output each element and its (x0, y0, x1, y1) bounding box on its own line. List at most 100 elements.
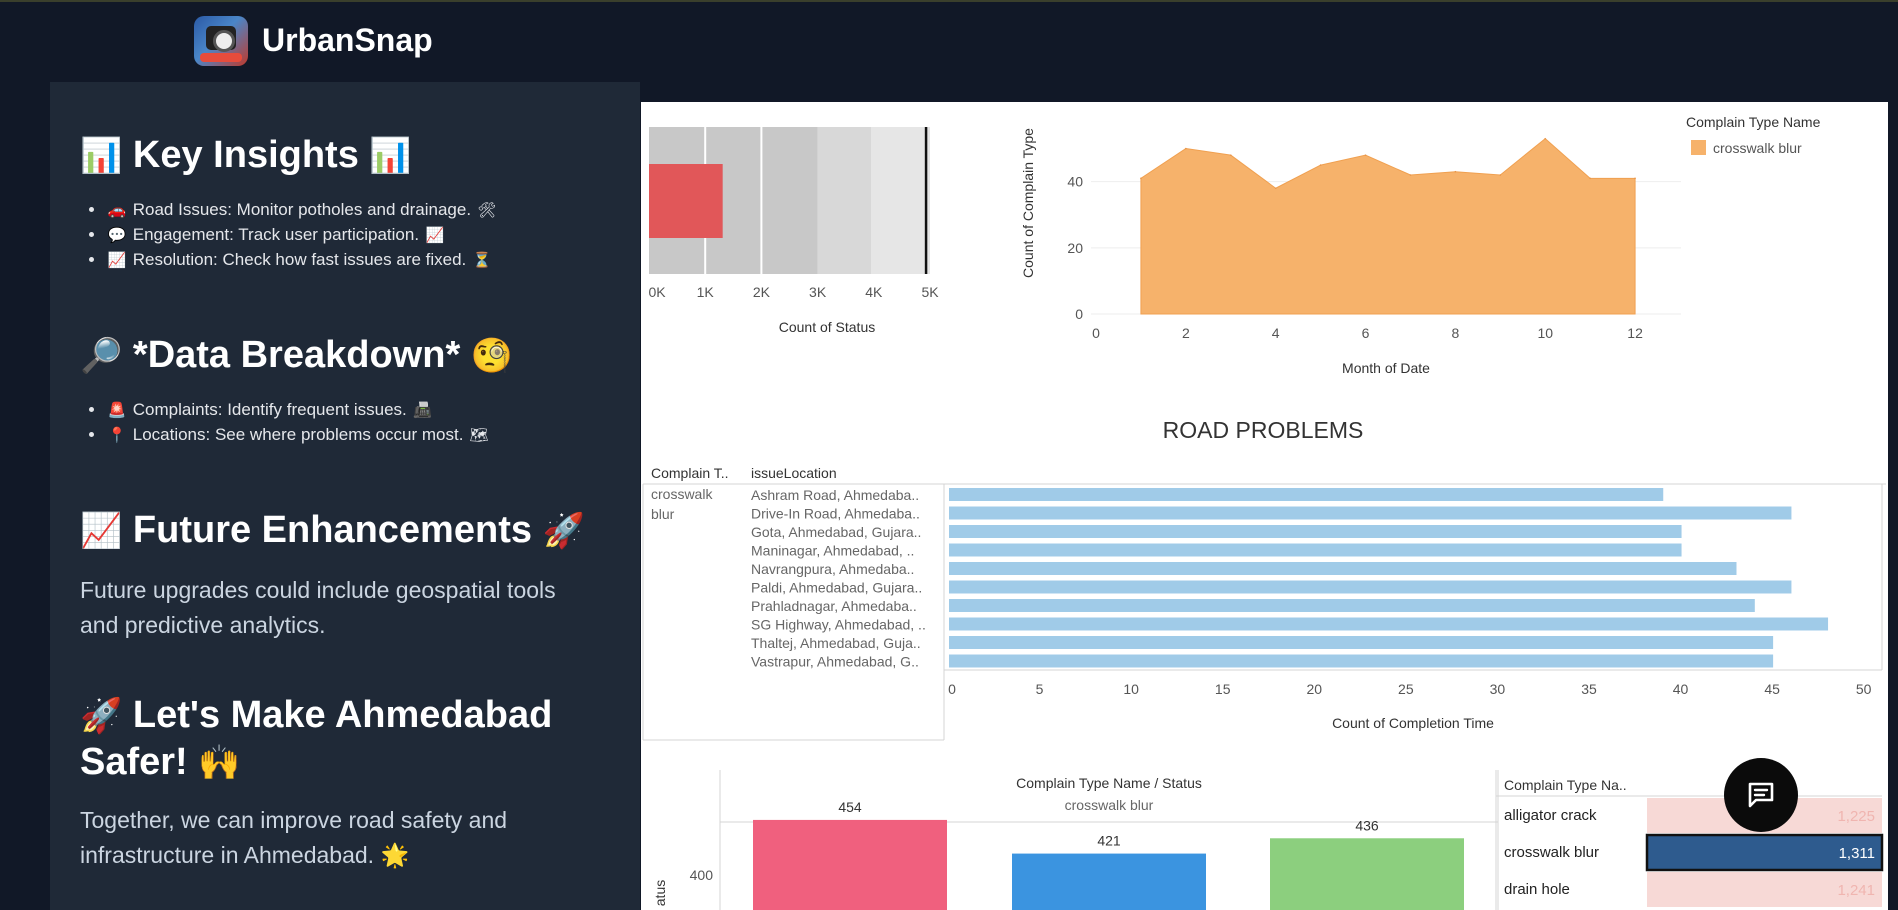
x-tick-label: 8 (1451, 325, 1459, 341)
chart-subtitle: crosswalk blur (1065, 797, 1154, 813)
area-point (1319, 164, 1322, 166)
brand-name[interactable]: UrbanSnap (262, 22, 433, 59)
heat-cell-value: 1,241 (1837, 882, 1875, 899)
row-label: alligator crack (1504, 807, 1597, 824)
page-scrollbar[interactable] (1888, 102, 1898, 910)
data-breakdown-list: 🚨 Complaints: Identify frequent issues. … (106, 397, 490, 447)
area-point (1589, 177, 1591, 180)
hbar (949, 580, 1792, 594)
x-tick-label: 20 (1306, 681, 1322, 697)
chart-up-icon: 📈 (80, 512, 123, 550)
list-item: 🚨 Complaints: Identify frequent issues. … (106, 397, 490, 422)
x-tick-label: 45 (1764, 681, 1780, 697)
monthly-area-chart[interactable]: 0 2 4 6 8 10 12 0 20 40 Month of Date Count of Comp… (1020, 114, 1821, 376)
bar-value-label: 421 (1097, 833, 1121, 849)
row-label: Drive-In Road, Ahmedaba.. (751, 506, 920, 522)
list-item: 📍 Locations: See where problems occur mo… (106, 422, 490, 447)
tools-icon: 🛠 (477, 202, 497, 219)
hbar (949, 599, 1755, 612)
row-label: Gota, Ahmedabad, Gujara.. (751, 524, 921, 540)
column-bar (753, 819, 947, 910)
row-label: Paldi, Ahmedabad, Gujara.. (751, 580, 922, 596)
x-tick-label: 0 (1092, 325, 1100, 341)
camera-icon (206, 26, 236, 52)
legend-title: Complain Type Name (1686, 114, 1821, 130)
monocle-face-icon: 🧐 (470, 337, 514, 375)
x-tick-label: 35 (1581, 681, 1597, 697)
safer-heading: 🚀 Let's Make Ahmedabad Safer! 🙌 (80, 692, 620, 786)
group-label: blur (651, 506, 675, 522)
hbar (949, 562, 1737, 575)
car-icon: 🚗 (107, 202, 127, 219)
location-bar-chart[interactable]: Complain T.. issueLocation crosswalk blur As… (642, 465, 1886, 741)
data-breakdown-heading: 🔎 *Data Breakdown* 🧐 (80, 332, 513, 379)
x-tick-label: 10 (1123, 681, 1139, 697)
area-point (1409, 174, 1412, 176)
row-label: Vastrapur, Ahmedabad, G.. (751, 654, 919, 670)
list-item: 🚗 Road Issues: Monitor potholes and drai… (106, 197, 498, 222)
x-tick-label: 40 (1673, 681, 1689, 697)
dashboard-canvas: 0K 1K 2K 3K 4K 5K Count of Status 0 2 4 6 8 10 12 0 20… (642, 114, 1886, 910)
x-tick-label: 10 (1537, 325, 1553, 341)
bar-value-label: 454 (838, 799, 862, 815)
x-tick-label: 0 (948, 681, 956, 697)
tableau-dashboard[interactable]: 0K 1K 2K 3K 4K 5K Count of Status 0 2 4 6 8 10 12 0 20… (641, 102, 1888, 910)
area-point (1454, 170, 1457, 173)
fax-icon: 📠 (413, 402, 432, 419)
row-label: SG Highway, Ahmedabad, .. (751, 617, 926, 633)
key-insights-heading: 📊 Key Insights 📊 (80, 132, 412, 179)
row-label: Ashram Road, Ahmedaba.. (751, 487, 919, 503)
siren-icon: 🚨 (107, 402, 127, 419)
x-axis-label: Count of Status (779, 319, 876, 335)
group-label: crosswalk (651, 486, 713, 502)
safer-text: Together, we can improve road safety and… (80, 807, 508, 868)
heat-cell-value: 1,311 (1839, 845, 1875, 862)
bar-chart-icon: 📊 (369, 137, 412, 175)
area-point (1229, 154, 1232, 156)
hbar (949, 617, 1829, 631)
y-tick-label: 0 (1075, 306, 1083, 322)
x-tick-label: 1K (697, 284, 715, 300)
column-bar (1012, 853, 1206, 910)
complain-type-heat-table[interactable]: Complain Type Na.. alligator crack 1,225 cr… (1495, 770, 1884, 910)
row-label: drain hole (1504, 881, 1570, 898)
status-column-chart[interactable]: Complain Type Name / Status crosswalk blu… (652, 770, 1499, 910)
reference-band-mid (817, 127, 871, 274)
list-item: 📈 Resolution: Check how fast issues are … (106, 247, 498, 272)
status-bullet-chart[interactable]: 0K 1K 2K 3K 4K 5K Count of Status (648, 127, 939, 335)
x-tick-label: 12 (1627, 325, 1643, 341)
pin-icon: 📍 (107, 427, 127, 444)
hbar (949, 506, 1792, 520)
window-top-border (0, 0, 1898, 2)
hbar (949, 636, 1774, 649)
x-axis-label: Count of Completion Time (1332, 715, 1494, 731)
x-tick-label: 5K (921, 284, 939, 300)
chat-icon (1748, 782, 1774, 808)
column-header: issueLocation (751, 465, 837, 481)
area-point (1364, 154, 1367, 156)
x-tick-label: 50 (1856, 681, 1872, 697)
row-label: Navrangpura, Ahmedaba.. (751, 561, 914, 577)
area-series-crosswalk-blur (1140, 137, 1636, 315)
hourglass-icon: ⏳ (472, 252, 492, 269)
area-point (1140, 177, 1142, 180)
column-header: Complain T.. (651, 465, 729, 481)
bar-chart-icon: 📊 (80, 137, 123, 175)
x-tick-label: 3K (809, 284, 827, 300)
magnifier-icon: 🔎 (80, 337, 123, 375)
hbar (949, 543, 1682, 557)
rocket-icon: 🚀 (80, 697, 123, 735)
hbar (949, 654, 1774, 668)
x-tick-label: 2 (1182, 325, 1190, 341)
x-tick-label: 0K (648, 284, 666, 300)
area-point (1499, 174, 1502, 176)
chart-up-icon: 📈 (425, 227, 445, 244)
urbansnap-logo[interactable] (194, 16, 248, 66)
chat-button[interactable] (1724, 758, 1798, 832)
x-tick-label: 30 (1490, 681, 1506, 697)
rocket-icon: 🚀 (542, 512, 585, 550)
speech-bubble-icon: 💬 (107, 227, 127, 244)
hbar (949, 488, 1664, 501)
row-label: Prahladnagar, Ahmedaba.. (751, 598, 917, 614)
x-tick-label: 25 (1398, 681, 1414, 697)
